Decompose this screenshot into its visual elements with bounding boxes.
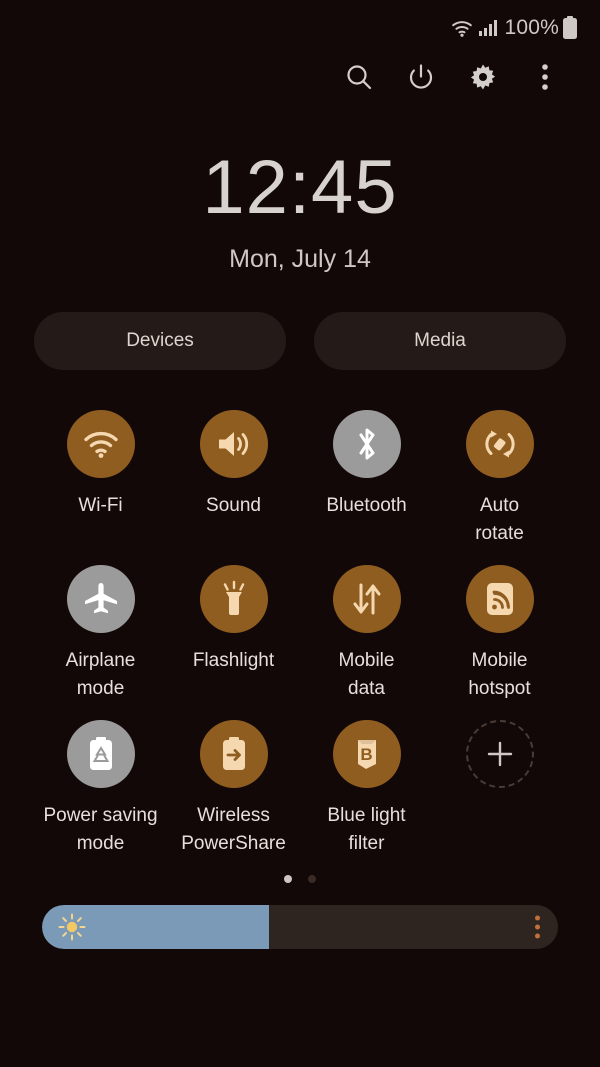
power-saving-icon [66,720,135,789]
tile-label: Airplane mode [65,650,136,699]
add-icon [465,720,534,789]
mobile-data-icon [332,565,401,634]
svg-text:B: B [360,745,372,764]
tile-flashlight[interactable]: Flashlight [167,555,300,702]
devices-label: Devices [126,330,194,351]
tile-label: Wireless PowerShare [181,805,286,854]
clock-date: Mon, July 14 [229,245,371,273]
tile-label: Sound [206,495,261,516]
powershare-icon [199,720,268,789]
battery-percent-label: 100% [504,16,559,39]
page-indicator [0,875,600,884]
devices-button[interactable]: Devices [34,312,286,370]
tile-add-button[interactable] [433,710,566,857]
tile-sound[interactable]: Sound [167,400,300,547]
tile-label: Bluetooth [326,495,407,516]
status-bar: 100% [0,0,600,46]
airplane-icon [66,565,135,634]
blue-light-icon: B [332,720,401,789]
tile-power-saving-mode[interactable]: Power saving mode [34,710,167,857]
shortcut-pill-row: Devices Media [0,312,600,370]
tile-wireless-powershare[interactable]: Wireless PowerShare [167,710,300,857]
wifi-icon [450,18,474,38]
settings-icon[interactable] [466,60,500,94]
tile-label: Power saving mode [43,805,158,854]
tile-label: Mobile hotspot [468,650,531,699]
search-icon[interactable] [342,60,376,94]
page-dot-1[interactable] [284,875,292,884]
tile-mobile-hotspot[interactable]: Mobile hotspot [433,555,566,702]
brightness-slider-track[interactable] [42,905,558,950]
battery-full-icon [562,16,578,40]
clock-widget[interactable]: 12:45 Mon, July 14 [0,150,600,274]
media-button[interactable]: Media [314,312,566,370]
quick-settings-grid: Wi-Fi Sound Bluetooth Auto rotate Airpla… [34,400,566,857]
tile-label: Auto rotate [475,495,524,544]
tile-label: Blue light filter [327,805,406,854]
wifi-icon [66,410,135,478]
auto-rotate-icon [465,410,534,478]
volume-icon [199,410,268,478]
power-icon[interactable] [404,60,438,94]
tile-airplane-mode[interactable]: Airplane mode [34,555,167,702]
tile-mobile-data[interactable]: Mobile data [300,555,433,702]
quick-settings-toolbar [0,46,600,108]
brightness-slider[interactable] [42,905,558,950]
brightness-options-icon[interactable] [535,915,540,939]
tile-bluetooth[interactable]: Bluetooth [300,400,433,547]
overflow-icon[interactable] [528,60,562,94]
brightness-sun-icon [58,913,86,941]
flashlight-icon [199,565,268,634]
cellular-signal-icon [478,19,498,37]
tile-auto-rotate[interactable]: Auto rotate [433,400,566,547]
tile-blue-light-filter[interactable]: B Blue light filter [300,710,433,857]
clock-time: 12:45 [202,145,398,230]
hotspot-icon [465,565,534,634]
tile-label: Wi-Fi [78,495,123,516]
page-dot-2[interactable] [308,875,316,884]
tile-wifi[interactable]: Wi-Fi [34,400,167,547]
media-label: Media [414,330,466,351]
tile-label: Flashlight [192,650,275,672]
tile-label: Mobile data [338,650,395,699]
bluetooth-icon [332,410,401,478]
